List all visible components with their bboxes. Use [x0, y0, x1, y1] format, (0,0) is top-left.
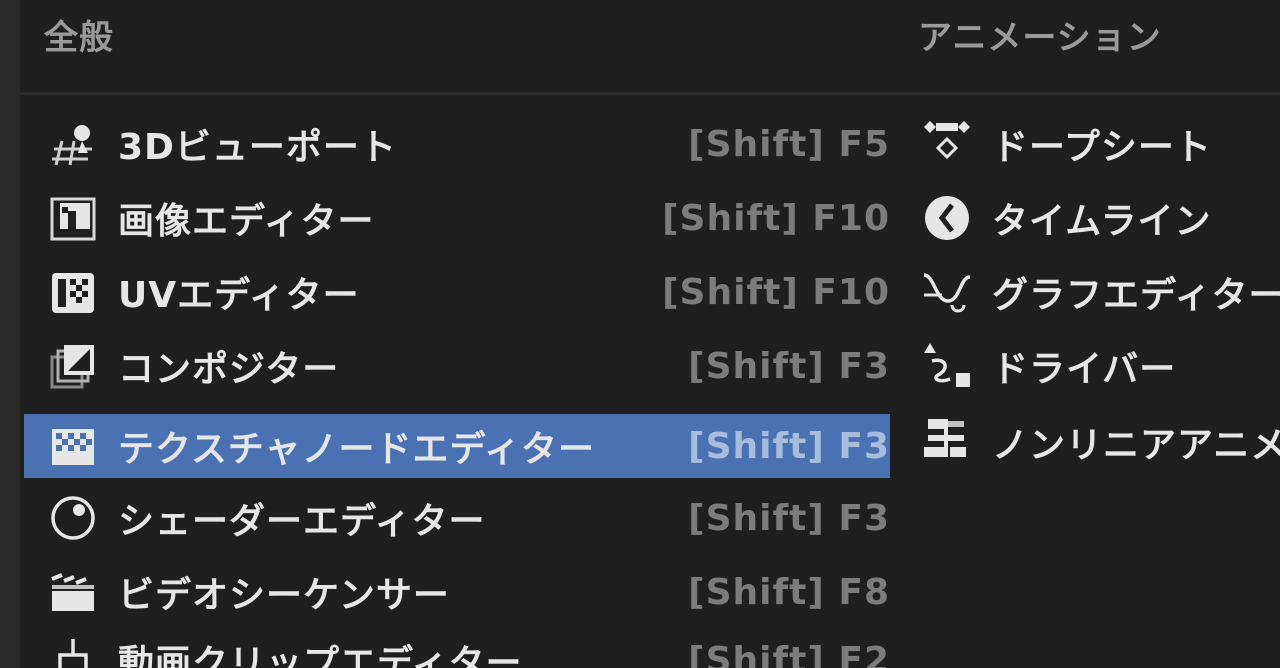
video-sequencer-icon: [46, 565, 100, 619]
menu-item-texture-node-editor[interactable]: テクスチャノードエディター [Shift] F3: [24, 414, 890, 478]
menu-item-nonlinear-animation[interactable]: ノンリニアアニメーション: [920, 410, 1280, 474]
menu-item-label: 3Dビューポート: [118, 127, 397, 168]
menu-item-graph-editor[interactable]: グラフエディター: [920, 260, 1280, 324]
menu-item-label: グラフエディター: [992, 275, 1280, 316]
graph-editor-icon: [920, 265, 974, 319]
menu-item-label: ドープシート: [992, 127, 1212, 168]
uv-editor-icon: [46, 265, 100, 319]
menu-item-video-sequencer[interactable]: ビデオシーケンサー [Shift] F8: [24, 560, 890, 624]
compositor-icon: [46, 339, 100, 393]
header-separator: [20, 92, 1280, 95]
menu-item-label: ビデオシーケンサー: [118, 575, 450, 616]
shader-editor-icon: [46, 491, 100, 545]
menu-item-label: 画像エディター: [118, 201, 375, 242]
menu-item-driver[interactable]: ドライバー: [920, 334, 1280, 398]
menu-item-shortcut: [Shift] F10: [662, 197, 890, 239]
menu-item-label: UVエディター: [118, 275, 360, 316]
menu-item-uv-editor[interactable]: UVエディター [Shift] F10: [24, 260, 890, 324]
menu-item-image-editor[interactable]: 画像エディター [Shift] F10: [24, 186, 890, 250]
menu-item-compositor[interactable]: コンポジター [Shift] F3: [24, 334, 890, 398]
menu-item-shader-editor[interactable]: シェーダーエディター [Shift] F3: [24, 486, 890, 550]
menu-item-timeline[interactable]: タイムライン: [920, 186, 1280, 250]
image-editor-icon: [46, 191, 100, 245]
menu-item-shortcut: [Shift] F5: [688, 123, 890, 165]
menu-item-label: 動画クリップエディター: [118, 643, 523, 668]
menu-item-label: ドライバー: [992, 349, 1177, 390]
menu-item-shortcut: [Shift] F3: [688, 345, 890, 387]
menu-item-shortcut: [Shift] F10: [662, 271, 890, 313]
driver-icon: [920, 339, 974, 393]
viewport-3d-icon: [46, 117, 100, 171]
menu-item-shortcut: [Shift] F3: [688, 497, 890, 539]
menu-item-3d-viewport[interactable]: 3Dビューポート [Shift] F5: [24, 112, 890, 176]
menu-item-shortcut: [Shift] F8: [688, 571, 890, 613]
menu-item-label: テクスチャノードエディター: [118, 429, 596, 470]
menu-item-movie-clip-editor[interactable]: 動画クリップエディター [Shift] F2: [24, 628, 890, 668]
menu-item-label: タイムライン: [992, 201, 1212, 242]
menu-item-shortcut: [Shift] F2: [688, 639, 890, 668]
texture-node-editor-icon: [46, 419, 100, 473]
menu-item-shortcut: [Shift] F3: [688, 425, 890, 467]
movie-clip-editor-icon: [46, 633, 100, 668]
left-editor-edge: [0, 0, 20, 668]
general-column-header: 全般: [44, 18, 114, 58]
menu-item-label: シェーダーエディター: [118, 501, 486, 542]
screen: 全般 アニメーション 3Dビューポート [Shift] F5 画像エディター […: [0, 0, 1280, 668]
menu-item-label: コンポジター: [118, 349, 340, 390]
timeline-icon: [920, 191, 974, 245]
dope-sheet-icon: [920, 117, 974, 171]
menu-item-dope-sheet[interactable]: ドープシート: [920, 112, 1280, 176]
menu-item-label: ノンリニアアニメーション: [992, 425, 1280, 466]
editor-type-menu: 全般 アニメーション 3Dビューポート [Shift] F5 画像エディター […: [20, 0, 1280, 668]
nla-icon: [920, 415, 974, 469]
animation-column-header: アニメーション: [918, 18, 1162, 58]
